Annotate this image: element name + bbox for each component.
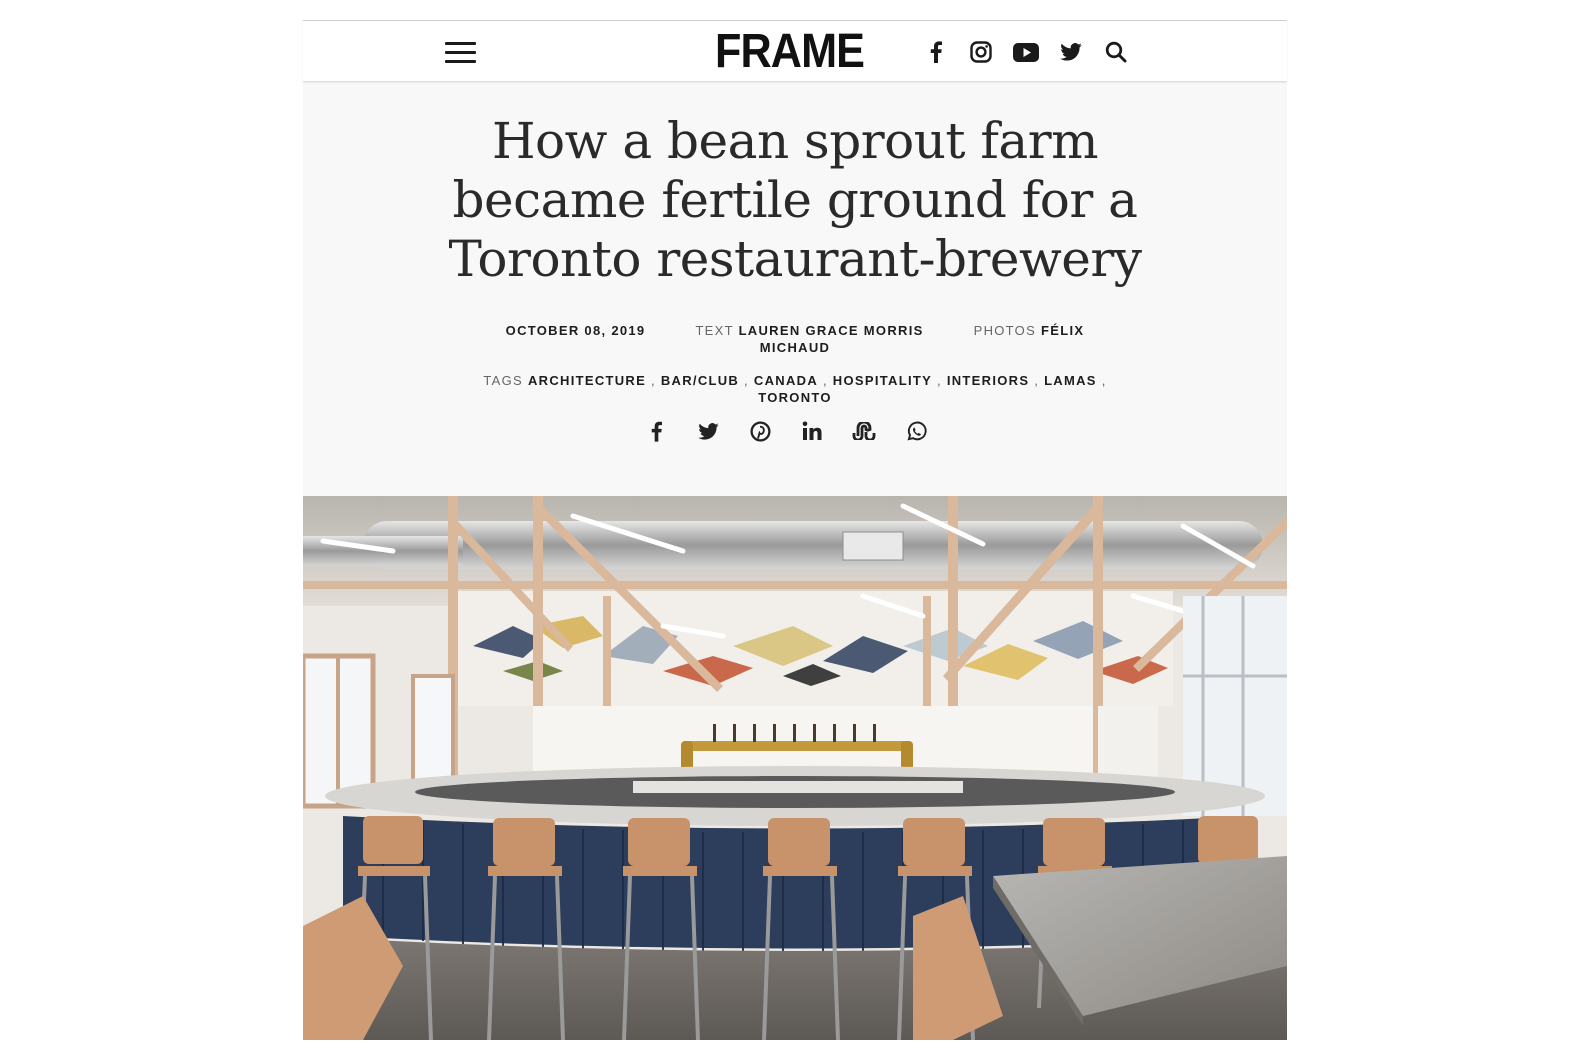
restaurant-bar-photo [303, 496, 1287, 1040]
tag-canada[interactable]: CANADA [754, 373, 818, 388]
search-icon[interactable] [1103, 39, 1129, 65]
article-title: How a bean sprout farm became fertile gr… [448, 112, 1142, 288]
hero-image [303, 496, 1287, 1040]
page: FRAME How a bean sprout farm became fert… [303, 20, 1287, 1040]
share-linkedin-icon[interactable] [799, 418, 825, 444]
frame-logo[interactable]: FRAME [715, 26, 865, 78]
share-pinterest-icon[interactable] [747, 418, 773, 444]
share-stumbleupon-icon[interactable] [851, 418, 877, 444]
site-header: FRAME [303, 21, 1287, 82]
tag-toronto[interactable]: TORONTO [758, 390, 832, 405]
tag-interiors[interactable]: INTERIORS [947, 373, 1029, 388]
photographer-last-name[interactable]: MICHAUD [760, 340, 830, 355]
author-name[interactable]: LAUREN GRACE MORRIS [739, 323, 924, 338]
menu-icon[interactable] [445, 42, 476, 66]
photos-label: PHOTOS [973, 323, 1037, 338]
article-meta: OCTOBER 08, 2019 TEXT LAUREN GRACE MORRIS… [473, 322, 1117, 356]
tag-architecture[interactable]: ARCHITECTURE [528, 373, 646, 388]
twitter-icon[interactable] [1058, 39, 1084, 65]
youtube-icon[interactable] [1013, 39, 1039, 65]
photographer-first-name[interactable]: FÉLIX [1041, 323, 1084, 338]
share-twitter-icon[interactable] [695, 418, 721, 444]
tags-label: TAGS [483, 373, 524, 388]
article-date: OCTOBER 08, 2019 [505, 323, 646, 338]
share-facebook-icon[interactable] [643, 418, 669, 444]
instagram-icon[interactable] [968, 39, 994, 65]
header-social-links [923, 39, 1148, 65]
article-header: How a bean sprout farm became fertile gr… [303, 82, 1287, 496]
facebook-icon[interactable] [923, 39, 949, 65]
text-label: TEXT [695, 323, 734, 338]
share-whatsapp-icon[interactable] [903, 418, 929, 444]
tag-lamas[interactable]: LAMAS [1044, 373, 1097, 388]
tag-hospitality[interactable]: HOSPITALITY [833, 373, 932, 388]
tag-bar-club[interactable]: BAR/CLUB [661, 373, 739, 388]
share-buttons [643, 418, 955, 444]
tag-list: TAGS ARCHITECTURE , BAR/CLUB , CANADA , … [483, 373, 1107, 405]
